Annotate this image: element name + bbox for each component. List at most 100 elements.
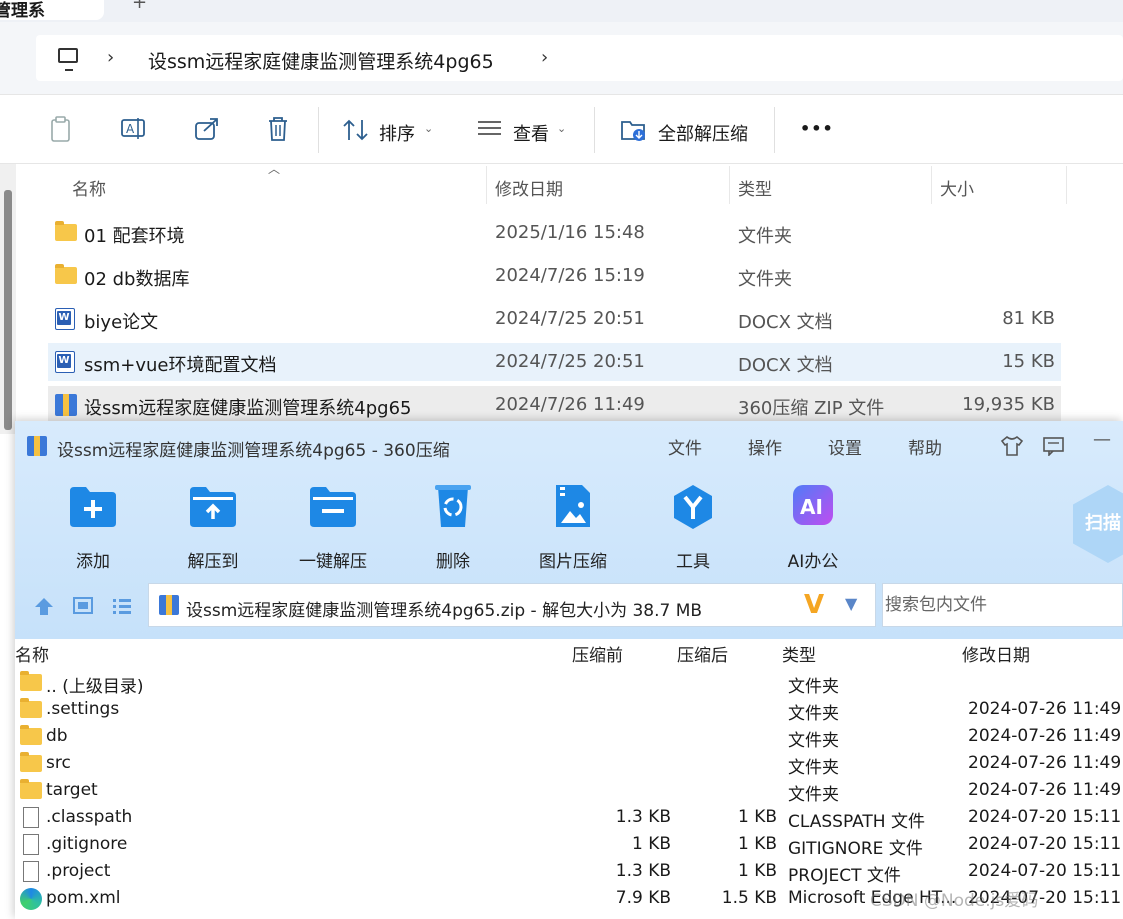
column-size[interactable]: 大小: [940, 164, 974, 206]
tools-button[interactable]: 工具: [648, 483, 738, 572]
entry-date: 2024-07-26 11:49: [968, 780, 1122, 800]
toolbar-separator: [774, 107, 775, 153]
menu-help[interactable]: 帮助: [908, 434, 942, 459]
add-label: 添加: [76, 552, 110, 572]
archive-row[interactable]: .settings 文件夹 2024-07-26 11:49: [15, 696, 1123, 724]
share-icon[interactable]: [194, 115, 222, 143]
file-row[interactable]: 设ssm远程家庭健康监测管理系统4pg65 2024/7/26 11:49 36…: [48, 386, 1061, 424]
image-compress-button[interactable]: 图片压缩: [528, 483, 618, 572]
explorer-tab-bar: 管理系 +: [0, 0, 1123, 22]
zip-column-before[interactable]: 压缩前: [572, 641, 623, 667]
word-doc-icon: [55, 308, 75, 330]
archive-row[interactable]: .project 1.3 KB 1 KB PROJECT 文件 2024-07-20 1…: [15, 858, 1123, 886]
zip-column-date[interactable]: 修改日期: [962, 641, 1030, 667]
archive-path-field[interactable]: 设ssm远程家庭健康监测管理系统4pg65.zip - 解包大小为 38.7 M…: [148, 583, 876, 627]
new-tab-button[interactable]: +: [132, 0, 147, 13]
file-row[interactable]: biye论文 2024/7/25 20:51 DOCX 文档 81 KB: [48, 300, 1061, 338]
thumbnail-view-icon[interactable]: [72, 596, 94, 616]
paste-icon[interactable]: [48, 115, 74, 143]
archive-row[interactable]: target 文件夹 2024-07-26 11:49: [15, 777, 1123, 805]
view-icon[interactable]: [477, 119, 503, 139]
breadcrumb-trail-chevron-icon[interactable]: ›: [541, 47, 548, 68]
file-name: 02 db数据库: [84, 269, 190, 290]
word-doc-icon: [55, 351, 75, 373]
file-row[interactable]: 01 配套环境 2025/1/16 15:48 文件夹: [48, 214, 1061, 252]
file-date: 2024/7/26 11:49: [495, 394, 645, 415]
explorer-tab[interactable]: 管理系: [0, 0, 104, 21]
file-name: biye论文: [84, 312, 159, 333]
sort-icon[interactable]: [342, 118, 370, 142]
file-date: 2024/7/25 20:51: [495, 351, 645, 372]
more-options-icon[interactable]: •••: [800, 119, 834, 138]
archive-row[interactable]: .gitignore 1 KB 1 KB GITIGNORE 文件 2024-07-20…: [15, 831, 1123, 859]
feedback-icon[interactable]: [1042, 436, 1066, 456]
breadcrumb-folder[interactable]: 设ssm远程家庭健康监测管理系统4pg65: [148, 47, 494, 74]
archive-row[interactable]: db 文件夹 2024-07-26 11:49: [15, 723, 1123, 751]
ai-office-button[interactable]: AI AI办公: [768, 483, 858, 572]
folder-icon: [55, 264, 77, 284]
zip-column-name[interactable]: 名称: [15, 641, 49, 667]
entry-size-before: 1 KB: [631, 834, 671, 854]
up-level-arrow-icon[interactable]: [33, 595, 55, 617]
file-row[interactable]: 02 db数据库 2024/7/26 15:19 文件夹: [48, 257, 1061, 295]
one-click-extract-button[interactable]: 一键解压: [288, 483, 378, 572]
entry-size-before: 1.3 KB: [615, 807, 671, 827]
column-separator[interactable]: [486, 166, 487, 204]
zip-column-type[interactable]: 类型: [782, 641, 816, 667]
checkmark-v-icon[interactable]: V: [804, 590, 824, 620]
zip-column-after[interactable]: 压缩后: [677, 641, 728, 667]
extract-to-button[interactable]: 解压到: [168, 483, 258, 572]
entry-name: src: [46, 753, 71, 773]
delete-icon[interactable]: [265, 115, 291, 143]
file-type: DOCX 文档: [738, 312, 833, 333]
breadcrumb-chevron-icon[interactable]: ›: [107, 47, 114, 68]
column-name[interactable]: 名称: [72, 164, 106, 206]
column-separator[interactable]: [729, 166, 730, 204]
file-name: 01 配套环境: [84, 226, 185, 247]
list-view-icon[interactable]: [111, 596, 133, 616]
view-chevron-down-icon[interactable]: ⌄: [557, 122, 566, 135]
archive-path-text: 设ssm远程家庭健康监测管理系统4pg65.zip - 解包大小为 38.7 M…: [186, 601, 703, 621]
sort-button[interactable]: 排序: [379, 120, 415, 146]
scrollbar-thumb[interactable]: [4, 190, 12, 430]
view-button[interactable]: 查看: [513, 120, 549, 146]
recycle-delete-icon: [435, 485, 471, 527]
skin-shirt-icon[interactable]: [1000, 435, 1024, 457]
archive-row[interactable]: .classpath 1.3 KB 1 KB CLASSPATH 文件 2024-07-…: [15, 804, 1123, 832]
file-type: 360压缩 ZIP 文件: [738, 398, 885, 419]
archive-window: 设ssm远程家庭健康监测管理系统4pg65 - 360压缩 文件 操作 设置 帮…: [15, 421, 1123, 919]
folder-icon: [20, 671, 42, 691]
menu-operation[interactable]: 操作: [748, 434, 782, 459]
archive-row[interactable]: src 文件夹 2024-07-26 11:49: [15, 750, 1123, 778]
file-date: 2024/7/25 20:51: [495, 308, 645, 329]
delete-button[interactable]: 删除: [408, 483, 498, 572]
scan-label: 扫描: [1085, 513, 1121, 534]
entry-type: 文件夹: [788, 758, 839, 778]
this-pc-icon[interactable]: [58, 48, 78, 71]
sort-chevron-down-icon[interactable]: ⌄: [424, 122, 433, 135]
column-separator[interactable]: [931, 166, 932, 204]
address-field[interactable]: › 设ssm远程家庭健康监测管理系统4pg65 ›: [36, 35, 1123, 81]
column-type[interactable]: 类型: [738, 164, 772, 206]
archive-search-box[interactable]: [882, 583, 1123, 627]
path-dropdown-icon[interactable]: ▼: [845, 594, 857, 613]
edge-icon: [20, 888, 42, 910]
add-button[interactable]: 添加: [48, 483, 138, 572]
rename-icon[interactable]: A: [120, 115, 148, 143]
svg-text:AI: AI: [800, 495, 823, 519]
minimize-icon[interactable]: —: [1093, 429, 1111, 450]
watermark: CSDN @Node.js爱码: [870, 891, 1039, 911]
file-row[interactable]: ssm+vue环境配置文档 2024/7/25 20:51 DOCX 文档 15…: [48, 343, 1061, 381]
archive-row[interactable]: .. (上级目录) 文件夹: [15, 669, 1123, 697]
extract-all-icon[interactable]: [620, 117, 648, 143]
folder-icon: [20, 725, 42, 745]
archive-search-input[interactable]: [883, 584, 1123, 626]
column-separator[interactable]: [1066, 166, 1067, 204]
ai-office-icon: AI: [793, 485, 833, 525]
extract-all-button[interactable]: 全部解压缩: [658, 120, 748, 146]
menu-settings[interactable]: 设置: [828, 434, 862, 459]
menu-file[interactable]: 文件: [668, 434, 702, 459]
left-scrollbar[interactable]: [0, 164, 16, 434]
column-date[interactable]: 修改日期: [495, 164, 563, 206]
scan-button[interactable]: 扫描: [1073, 485, 1123, 563]
